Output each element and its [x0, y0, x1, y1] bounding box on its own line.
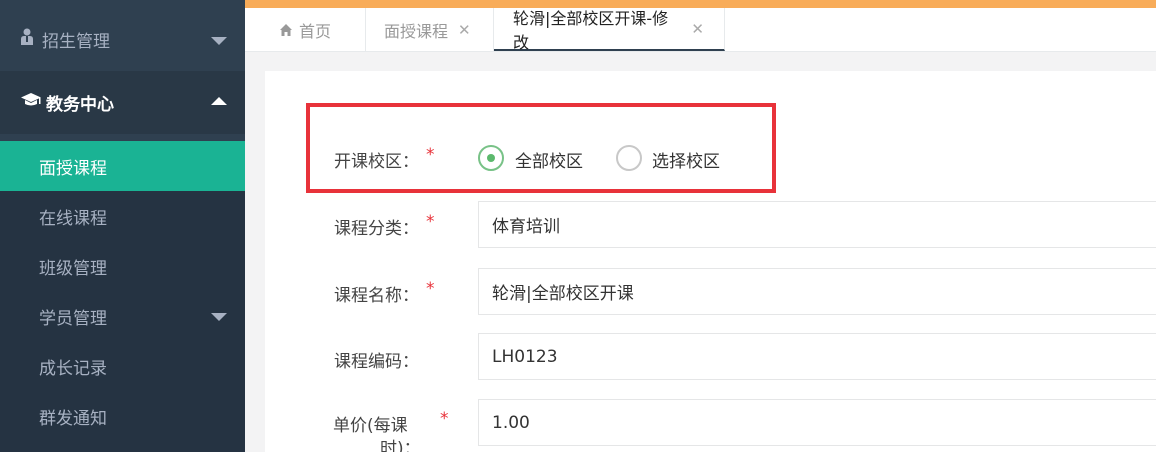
- menu-academic[interactable]: 教务中心: [0, 71, 245, 134]
- price-label-line2: 时)：: [380, 439, 421, 452]
- tab-course-edit[interactable]: 轮滑|全部校区开课-修改 ✕: [494, 8, 725, 52]
- course-code-label: 课程编码：: [334, 352, 419, 372]
- tab-label: 首页: [299, 21, 332, 41]
- radio-select-campus[interactable]: [616, 145, 642, 171]
- chevron-up-icon: [211, 96, 227, 105]
- sidebar-item-class-management[interactable]: 班级管理: [0, 241, 245, 291]
- category-select[interactable]: 体育培训: [478, 201, 1156, 248]
- chevron-down-icon: [211, 36, 227, 45]
- graduation-cap-icon: [20, 92, 42, 113]
- sidebar-item-offline-course[interactable]: 面授课程: [0, 141, 245, 191]
- radio-select-campus-label[interactable]: 选择校区: [652, 147, 720, 172]
- user-icon: [20, 28, 38, 51]
- course-name-label: 课程名称：: [334, 286, 419, 306]
- course-code-input[interactable]: LH0123: [478, 333, 1156, 380]
- tab-offline-course[interactable]: 面授课程 ✕: [366, 8, 494, 51]
- sidebar-item-growth-record[interactable]: 成长记录: [0, 341, 245, 391]
- sidebar-item-label: 班级管理: [39, 258, 107, 279]
- required-mark: *: [426, 145, 435, 165]
- tab-label: 面授课程: [384, 21, 449, 41]
- required-mark: *: [426, 212, 435, 232]
- close-icon[interactable]: ✕: [691, 20, 704, 38]
- academic-submenu: 面授课程 在线课程 班级管理 学员管理 成长记录 群发通知: [0, 141, 245, 452]
- price-label-line1: 单价(每课: [333, 416, 408, 436]
- sidebar-item-student-management[interactable]: 学员管理: [0, 291, 245, 341]
- sidebar-item-label: 面授课程: [39, 158, 107, 179]
- required-mark: *: [440, 409, 449, 429]
- course-name-input[interactable]: 轮滑|全部校区开课: [478, 268, 1156, 315]
- required-mark: *: [426, 279, 435, 299]
- menu-academic-label: 教务中心: [46, 95, 114, 115]
- campus-label: 开课校区：: [334, 152, 419, 172]
- radio-all-campus[interactable]: [478, 145, 504, 171]
- page-tabs: 首页 面授课程 ✕ 轮滑|全部校区开课-修改 ✕: [245, 8, 1156, 52]
- sidebar-item-label: 群发通知: [39, 408, 107, 429]
- sidebar-item-mass-notice[interactable]: 群发通知: [0, 391, 245, 441]
- menu-recruit-label: 招生管理: [42, 32, 110, 52]
- sidebar: 招生管理 教务中心 面授课程 在线课程 班级管理 学员管理 成长记录 群发通知: [0, 0, 245, 452]
- sidebar-item-label: 学员管理: [39, 308, 107, 329]
- category-label: 课程分类：: [334, 219, 419, 239]
- sidebar-item-label: 成长记录: [39, 358, 107, 379]
- menu-recruit[interactable]: 招生管理: [0, 8, 245, 71]
- tab-label: 轮滑|全部校区开课-修改: [513, 8, 669, 52]
- radio-all-campus-label[interactable]: 全部校区: [515, 147, 583, 172]
- close-icon[interactable]: ✕: [458, 21, 471, 39]
- top-accent-bar: [245, 0, 1156, 8]
- price-input[interactable]: 1.00: [478, 399, 1156, 446]
- chevron-down-icon: [211, 313, 227, 321]
- sidebar-item-online-course[interactable]: 在线课程: [0, 191, 245, 241]
- sidebar-item-label: 在线课程: [39, 208, 107, 229]
- tab-home[interactable]: 首页: [245, 8, 366, 51]
- home-icon: [279, 22, 293, 36]
